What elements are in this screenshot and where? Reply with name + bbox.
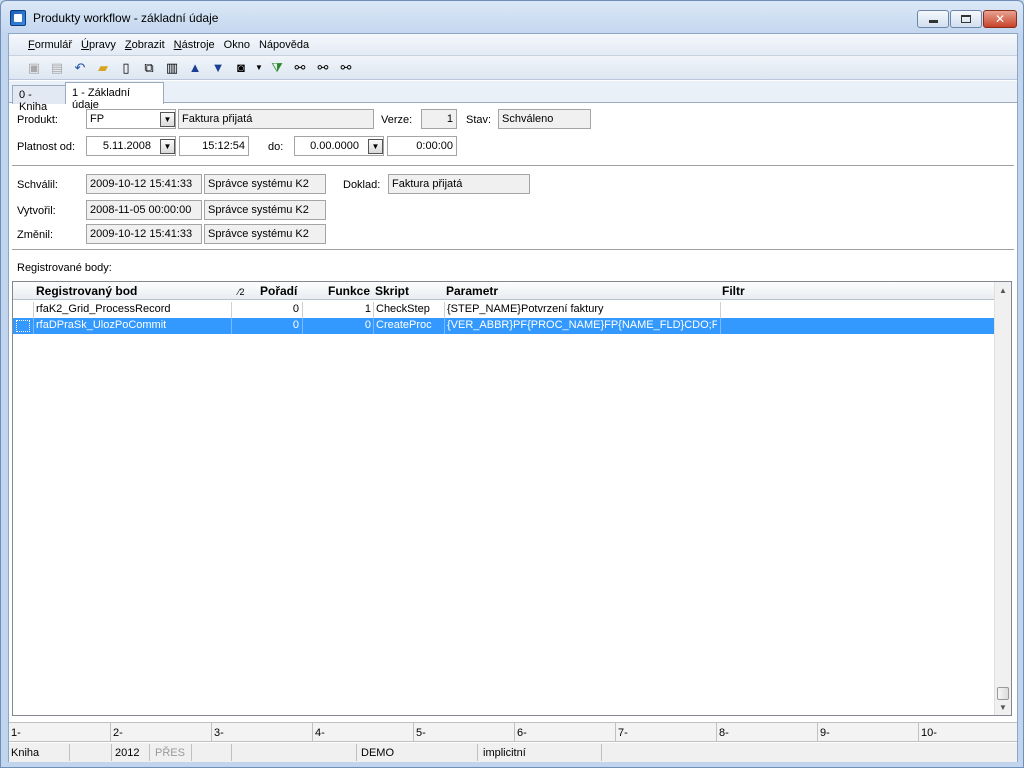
col-skript[interactable]: Skript (375, 284, 409, 298)
col-poradi[interactable]: Pořadí (260, 284, 297, 298)
verze-label: Verze: (381, 114, 413, 126)
function-key-bar: 1- 2- 3- 4- 5- 6- 7- 8- 9- 10- (9, 722, 1017, 742)
undo-icon[interactable]: ↶ (71, 59, 89, 77)
cell-parametr: {VER_ABBR}PF{PROC_NAME}FP{NAME_FLD}CDO;F… (447, 319, 717, 331)
save-icon[interactable]: ▣ (25, 59, 43, 77)
maximize-button[interactable] (950, 10, 982, 28)
col-registrovany-bod[interactable]: Registrovaný bod (36, 284, 137, 298)
scroll-down-icon[interactable]: ▼ (995, 699, 1011, 715)
minimize-icon (928, 20, 938, 23)
sort-icon[interactable]: ⁄2 (238, 287, 245, 297)
client-area: Formulář Úpravy Zobrazit Nástroje Okno N… (8, 33, 1018, 762)
arrow-down-icon[interactable]: ▼ (209, 59, 227, 77)
close-icon: ✕ (994, 12, 1006, 26)
tab-strip: 0 - Kniha 1 - Základní údaje (9, 81, 1017, 113)
row-selector[interactable] (13, 318, 33, 334)
vytvoril-user-field: Správce systému K2 (204, 200, 326, 220)
zmenil-label: Změnil: (17, 229, 54, 241)
menu-zobrazit[interactable]: Zobrazit (125, 39, 165, 51)
status-bar: Kniha 2012 PŘES DEMO implicitní (9, 743, 1017, 762)
verze-field: 1 (421, 109, 457, 129)
platnost-label: Platnost od: (17, 141, 76, 153)
minimize-button[interactable] (917, 10, 949, 28)
menu-bar: Formulář Úpravy Zobrazit Nástroje Okno N… (9, 34, 1017, 56)
col-funkce[interactable]: Funkce (328, 284, 370, 298)
registered-points-grid[interactable]: Registrovaný bod ⁄2 Pořadí Funkce Skript… (12, 281, 1012, 716)
zmenil-user-field: Správce systému K2 (204, 224, 326, 244)
cell-bod: rfaK2_Grid_ProcessRecord (36, 303, 171, 315)
vytvoril-date-field: 2008-11-05 00:00:00 (86, 200, 202, 220)
maximize-icon (961, 15, 971, 23)
table-row[interactable]: rfaK2_Grid_ProcessRecord 0 1 CheckStep {… (13, 302, 996, 318)
app-icon (10, 10, 26, 26)
save-as-icon[interactable]: ▤ (48, 59, 66, 77)
platnost-dropdown-icon[interactable]: ▼ (160, 139, 175, 154)
cell-poradi: 0 (292, 319, 299, 331)
do-label: do: (268, 141, 284, 153)
stav-field: Schváleno (498, 109, 591, 129)
app-window: Produkty workflow - základní údaje ✕ For… (0, 0, 1024, 768)
tab-zakladni-udaje[interactable]: 1 - Základní údaje (65, 82, 164, 111)
tab-kniha[interactable]: 0 - Kniha (12, 85, 67, 113)
status-mode: implicitní (483, 747, 526, 759)
grid-header: Registrovaný bod ⁄2 Pořadí Funkce Skript… (13, 282, 996, 300)
binoculars-prev-icon[interactable]: ⚯ (337, 59, 355, 77)
status-pres: PŘES (155, 747, 185, 759)
arrow-up-icon[interactable]: ▲ (186, 59, 204, 77)
do-dropdown-icon[interactable]: ▼ (368, 139, 383, 154)
menu-formular[interactable]: Formulář (28, 39, 72, 51)
cell-poradi: 0 (292, 303, 299, 315)
status-kniha: Kniha (11, 747, 40, 759)
binoculars-next-icon[interactable]: ⚯ (314, 59, 332, 77)
menu-napoveda[interactable]: Nápověda (259, 39, 309, 51)
schvalil-label: Schválil: (17, 179, 58, 191)
status-demo: DEMO (361, 747, 394, 759)
produkt-label: Produkt: (17, 114, 58, 126)
binoculars-icon[interactable]: ⚯ (291, 59, 309, 77)
cell-skript: CreateProc (376, 319, 432, 331)
cell-funkce: 1 (364, 303, 371, 315)
window-title: Produkty workflow - základní údaje (33, 11, 219, 25)
stav-label: Stav: (466, 114, 492, 126)
dropdown-arrow-icon[interactable]: ▼ (255, 59, 263, 77)
toolbar: ▣ ▤ ↶ ▰ ▯ ⧉ ▥ ▲ ▼ ◙ ▼ ⧩ ⚯ ⚯ ⚯ (9, 56, 1017, 80)
doklad-field: Faktura přijatá (388, 174, 530, 194)
title-bar[interactable]: Produkty workflow - základní údaje ✕ (1, 1, 1023, 33)
cell-funkce: 0 (364, 319, 371, 331)
schvalil-user-field: Správce systému K2 (204, 174, 326, 194)
status-year: 2012 (115, 747, 140, 759)
menu-okno[interactable]: Okno (224, 39, 250, 51)
copy-icon[interactable]: ⧉ (140, 59, 158, 77)
produkt-dropdown-icon[interactable]: ▼ (160, 112, 175, 127)
doklad-label: Doklad: (343, 179, 381, 191)
zmenil-date-field: 2009-10-12 15:41:33 (86, 224, 202, 244)
close-button[interactable]: ✕ (983, 10, 1017, 28)
registered-label: Registrované body: (17, 262, 112, 274)
platnost-time-field[interactable]: 15:12:54 (179, 136, 249, 156)
scroll-up-icon[interactable]: ▲ (995, 282, 1011, 298)
divider-2 (12, 249, 1014, 250)
new-document-icon[interactable]: ▯ (117, 59, 135, 77)
camera-icon[interactable]: ◙ (232, 59, 250, 77)
vytvoril-label: Vytvořil: (17, 205, 56, 217)
col-filtr[interactable]: Filtr (722, 284, 745, 298)
table-row-selected[interactable]: rfaDPraSk_UlozPoCommit 0 0 CreateProc {V… (13, 318, 996, 334)
open-folder-icon[interactable]: ▰ (94, 59, 112, 77)
col-parametr[interactable]: Parametr (446, 284, 498, 298)
menu-upravy[interactable]: Úpravy (81, 39, 116, 51)
book-icon[interactable]: ▥ (163, 59, 181, 77)
cell-bod: rfaDPraSk_UlozPoCommit (36, 319, 167, 331)
cell-skript: CheckStep (376, 303, 430, 315)
filter-icon[interactable]: ⧩ (268, 59, 286, 77)
do-time-field[interactable]: 0:00:00 (387, 136, 457, 156)
divider-1 (12, 165, 1014, 166)
cell-parametr: {STEP_NAME}Potvrzení faktury (447, 303, 604, 315)
cell-filtr (723, 319, 993, 333)
menu-nastroje[interactable]: Nástroje (174, 39, 215, 51)
schvalil-date-field: 2009-10-12 15:41:33 (86, 174, 202, 194)
produkt-name-field: Faktura přijatá (178, 109, 374, 129)
cell-filtr (723, 303, 993, 317)
vertical-scrollbar[interactable]: ▲ ▼ (994, 282, 1011, 715)
